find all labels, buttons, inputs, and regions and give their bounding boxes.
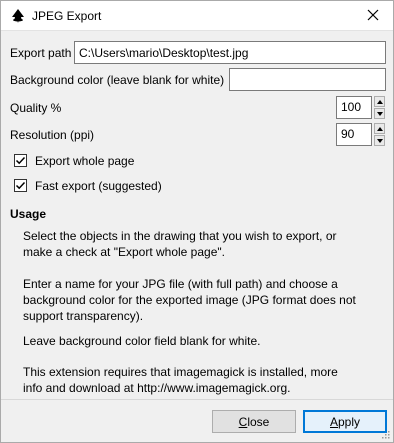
footer-divider [1, 399, 393, 400]
resolution-spin-buttons [374, 123, 385, 146]
quality-spinbox[interactable]: 100 [336, 96, 372, 119]
arrow-down-icon [376, 138, 383, 143]
export-path-label: Export path [10, 46, 72, 60]
close-button-label: lose [247, 414, 270, 429]
export-whole-page-label[interactable]: Export whole page [35, 154, 134, 168]
bg-color-input[interactable] [229, 68, 386, 91]
usage-line: make a check at "Export whole page". [23, 245, 225, 259]
resolution-decrement-button[interactable] [374, 135, 385, 146]
resolution-label: Resolution (ppi) [10, 128, 95, 142]
apply-button[interactable]: Apply [303, 410, 387, 433]
close-button[interactable]: Close [212, 410, 296, 433]
close-button-mnemonic: C [238, 414, 248, 429]
inkscape-icon [12, 9, 24, 23]
usage-paragraph-imagemagick: This extension requires that imagemagick… [23, 364, 388, 396]
quality-decrement-button[interactable] [374, 108, 385, 119]
arrow-down-icon [376, 111, 383, 116]
usage-paragraph-filename: Enter a name for your JPG file (with ful… [23, 276, 388, 324]
usage-heading: Usage [10, 207, 47, 221]
quality-increment-button[interactable] [374, 96, 385, 107]
jpeg-export-dialog: JPEG Export Export path Background color… [0, 0, 394, 443]
arrow-up-icon [376, 99, 383, 104]
bg-color-label: Background color (leave blank for white) [10, 73, 225, 87]
fast-export-label[interactable]: Fast export (suggested) [35, 179, 162, 193]
close-icon[interactable] [365, 7, 381, 23]
quality-label: Quality % [10, 101, 62, 115]
resolution-increment-button[interactable] [374, 123, 385, 134]
usage-line: support transparency). [23, 309, 144, 323]
apply-button-label: pply [338, 414, 361, 429]
usage-paragraph-select: Select the objects in the drawing that y… [23, 228, 388, 260]
checkmark-icon [15, 156, 26, 165]
resize-grip-icon[interactable] [380, 429, 390, 439]
resolution-spinbox[interactable]: 90 [336, 123, 372, 146]
checkmark-icon [15, 181, 26, 190]
apply-button-mnemonic: A [329, 414, 338, 429]
quality-spin-buttons [374, 96, 385, 119]
usage-line: info and download at http://www.imagemag… [23, 381, 291, 395]
usage-line: This extension requires that imagemagick… [23, 365, 338, 379]
usage-line: Select the objects in the drawing that y… [23, 229, 337, 243]
window-title: JPEG Export [32, 9, 102, 23]
usage-line: Leave background color field blank for w… [23, 334, 261, 348]
usage-paragraph-bgcolor: Leave background color field blank for w… [23, 333, 388, 349]
export-path-input[interactable] [74, 41, 386, 64]
export-whole-page-checkbox[interactable] [14, 154, 27, 167]
arrow-up-icon [376, 126, 383, 131]
fast-export-checkbox[interactable] [14, 179, 27, 192]
usage-line: background color for the exported image … [23, 293, 356, 307]
usage-line: Enter a name for your JPG file (with ful… [23, 277, 338, 291]
title-bar: JPEG Export [1, 1, 393, 31]
